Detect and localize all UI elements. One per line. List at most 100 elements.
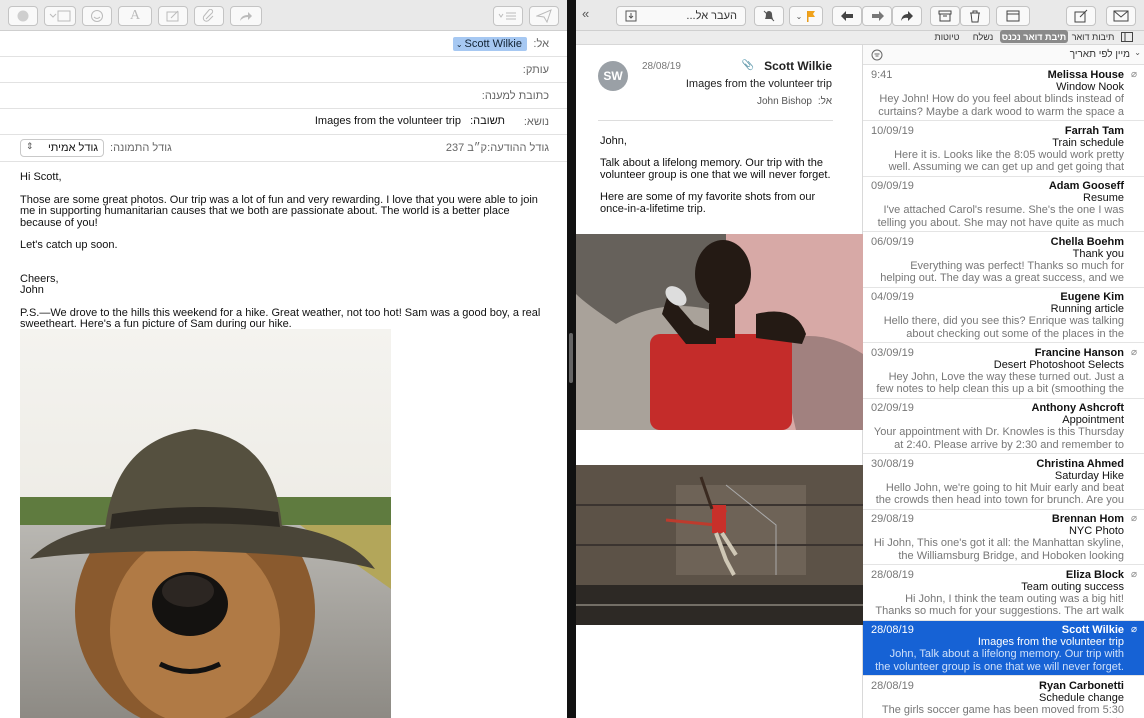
filter-icon[interactable] — [871, 49, 883, 61]
list-item[interactable]: Francine Hanson 03/09/19 Desert Photoshoot… — [863, 344, 1144, 399]
flag-icon — [807, 11, 816, 22]
list-item[interactable]: Brennan Hom 29/08/19 NYC Photo Hi John, Thi… — [863, 510, 1144, 565]
compose-new-button[interactable] — [1066, 6, 1096, 26]
list-item-preview: Everything was perfect! Thanks so much f… — [880, 259, 1124, 285]
font-button[interactable]: A — [118, 6, 152, 26]
signature-name: John — [20, 284, 44, 296]
image-size-label: :גודל התמונה — [110, 142, 172, 154]
reply-all-button[interactable] — [862, 6, 892, 26]
list-item[interactable]: Eliza Block 28/08/19 Team outing success Hi… — [863, 566, 1144, 621]
updown-icon: ⇕ — [26, 141, 34, 151]
body-paragraph: Let's catch up soon. — [20, 239, 118, 251]
list-item[interactable]: Eugene Kim 04/09/19 Running article Hello t… — [863, 288, 1144, 343]
list-item[interactable]: Chella Boehm 06/09/19 Thank you Everything … — [863, 233, 1144, 288]
get-mail-button[interactable] — [1106, 6, 1136, 26]
list-item[interactable]: Ryan Carbonetti 28/08/19 Schedule change Th… — [863, 677, 1144, 718]
list-item-sender: Anthony Ashcroft — [1031, 402, 1124, 414]
mute-button[interactable] — [754, 6, 784, 26]
list-item-preview: The girls soccer game has been moved fro… — [881, 703, 1124, 718]
split-view-divider[interactable] — [567, 0, 576, 718]
message-recipient: John Bishop — [756, 96, 812, 107]
message-size-value: 237 ק״ב — [445, 142, 487, 154]
reply-button[interactable] — [832, 6, 862, 26]
reply-all-icon — [872, 11, 884, 21]
markup-icon — [166, 10, 179, 22]
volunteer-photo-2[interactable] — [576, 465, 863, 625]
list-item[interactable]: Scott Wilkie 28/08/19 Images from the volu… — [863, 621, 1144, 676]
list-item-preview: Hey John, Love the way these turned out.… — [876, 370, 1124, 396]
recipient-token[interactable]: ⌄ Scott Wilkie — [452, 37, 527, 51]
envelope-icon — [1113, 10, 1129, 22]
collapse-chevron-icon[interactable]: « — [582, 6, 589, 21]
image-size-value: גודל אמיתי — [47, 142, 98, 154]
image-size-select[interactable]: גודל אמיתי ⇕ — [20, 139, 104, 157]
flag-button[interactable]: ⌄ — [789, 6, 823, 26]
message-line: Here are some of my favorite shots from … — [600, 191, 816, 215]
list-item-date: 10/09/19 — [871, 124, 914, 137]
list-item[interactable]: Farrah Tam 10/09/19 Train schedule Here it … — [863, 122, 1144, 177]
move-to-label: ...העבר אל — [686, 10, 737, 22]
list-item-preview: Hello there, did you see this? Enrique w… — [883, 315, 1124, 340]
format-button[interactable] — [8, 6, 38, 26]
chevron-down-icon: ⌄ — [795, 11, 803, 21]
paperclip-icon: ⌀ — [1130, 513, 1137, 524]
reply-forward-button[interactable] — [230, 6, 262, 26]
markup-button[interactable] — [158, 6, 188, 26]
mail-window: « ...העבר אל ⌄ תיבות דואר תיבת דואר נכנס… — [576, 0, 1144, 718]
list-item-sender: Ryan Carbonetti — [1039, 679, 1124, 692]
compose-body[interactable]: Hi Scott, Those are some great photos. O… — [20, 171, 552, 342]
tab-drafts[interactable]: טיוטות — [928, 30, 966, 43]
volunteer-photo-1[interactable] — [576, 234, 863, 430]
paperclip-icon: ⌀ — [1130, 624, 1137, 635]
list-item-date: 03/09/19 — [871, 346, 914, 359]
header-options-button[interactable] — [493, 6, 523, 26]
forward-button[interactable] — [892, 6, 922, 26]
move-to-button[interactable]: ...העבר אל — [616, 6, 746, 26]
list-item-date: 9:41 — [871, 69, 893, 81]
message-body: John, Talk about a lifelong memory. Our … — [600, 135, 840, 215]
divider-handle[interactable] — [569, 333, 573, 383]
list-item-preview: Hi John, I think the team outing was a b… — [875, 592, 1124, 618]
emoji-button[interactable] — [82, 6, 112, 26]
list-item[interactable]: Christina Ahmed 30/08/19 Saturday Hike Hell… — [863, 455, 1144, 510]
chevron-down-icon: ⌄ — [1134, 48, 1141, 57]
list-item-date: 29/08/19 — [871, 513, 914, 525]
tab-inbox[interactable]: תיבת דואר נכנס — [1000, 30, 1068, 43]
compose-window: A :אל ⌄ Scott Wilkie :עותק :כתובת למענה :… — [0, 0, 567, 718]
message-subject: Images from the volunteer trip — [685, 78, 832, 90]
attach-button[interactable] — [194, 6, 224, 26]
list-item-subject: Schedule change — [1038, 691, 1124, 704]
list-item-date: 09/09/19 — [871, 180, 914, 192]
message-line: Talk about a lifelong memory. Our trip w… — [600, 157, 831, 181]
list-item[interactable]: Melissa House 9:41 Window Nook Hey John! Ho… — [863, 66, 1144, 121]
archive-button[interactable] — [930, 6, 960, 26]
subject-field[interactable]: :נושא :תשובה Images from the volunteer t… — [0, 109, 567, 135]
list-item[interactable]: Anthony Ashcroft 02/09/19 Appointment Your … — [863, 399, 1144, 454]
photo-browser-button[interactable] — [44, 6, 76, 26]
sidebar-toggle-icon[interactable] — [1119, 30, 1135, 43]
sort-by-date-button[interactable]: מיין לפי תאריך — [1070, 49, 1130, 60]
list-item-subject: Appointment — [1062, 414, 1124, 426]
forward-arrow-icon — [240, 12, 252, 21]
paper-plane-icon — [536, 9, 552, 23]
send-button[interactable] — [529, 6, 559, 26]
message-sender[interactable]: Scott Wilkie — [764, 59, 832, 73]
paperclip-icon — [202, 9, 214, 22]
list-item-sender: Eliza Block — [1065, 568, 1124, 581]
list-item-subject: Resume — [1083, 192, 1124, 204]
dog-photo[interactable] — [20, 329, 391, 718]
tab-sent[interactable]: נשלח — [968, 30, 998, 43]
list-item-subject: Window Nook — [1056, 81, 1124, 93]
smiley-icon — [91, 10, 103, 22]
list-item-preview: Hey John! How do you feel about blinds i… — [878, 93, 1124, 118]
reply-to-field[interactable]: :כתובת למענה — [0, 83, 567, 109]
recipient-name: Scott Wilkie — [464, 38, 522, 50]
junk-button[interactable] — [996, 6, 1030, 26]
list-item[interactable]: Adam Gooseff 09/09/19 Resume I've attached … — [863, 177, 1144, 232]
list-item-preview: Hello John, we're going to hit Muir earl… — [875, 481, 1124, 507]
tab-mailboxes[interactable]: תיבות דואר — [1070, 30, 1116, 43]
cc-field[interactable]: :עותק — [0, 57, 567, 83]
to-field[interactable]: :אל ⌄ Scott Wilkie — [0, 31, 567, 57]
delete-button[interactable] — [960, 6, 990, 26]
list-item-subject: NYC Photo — [1068, 525, 1124, 537]
